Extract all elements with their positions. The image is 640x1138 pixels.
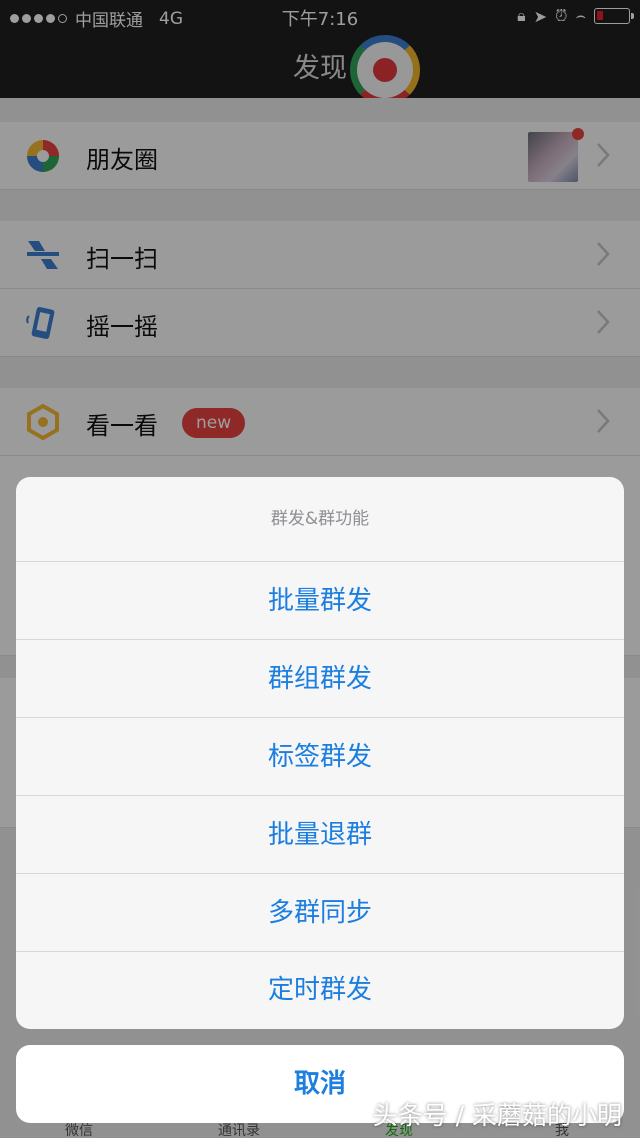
action-sheet: 群发&群功能 批量群发 群组群发 标签群发 批量退群 多群同步 定时群发	[16, 477, 624, 1029]
group-broadcast-button[interactable]: 群组群发	[16, 640, 624, 718]
action-sheet-title: 群发&群功能	[16, 477, 624, 562]
batch-leave-groups-button[interactable]: 批量退群	[16, 796, 624, 874]
batch-broadcast-button[interactable]: 批量群发	[16, 562, 624, 640]
scheduled-broadcast-button[interactable]: 定时群发	[16, 952, 624, 1028]
multi-group-sync-button[interactable]: 多群同步	[16, 874, 624, 952]
watermark: 头条号 / 采蘑菇的小明	[372, 1101, 622, 1130]
tag-broadcast-button[interactable]: 标签群发	[16, 718, 624, 796]
